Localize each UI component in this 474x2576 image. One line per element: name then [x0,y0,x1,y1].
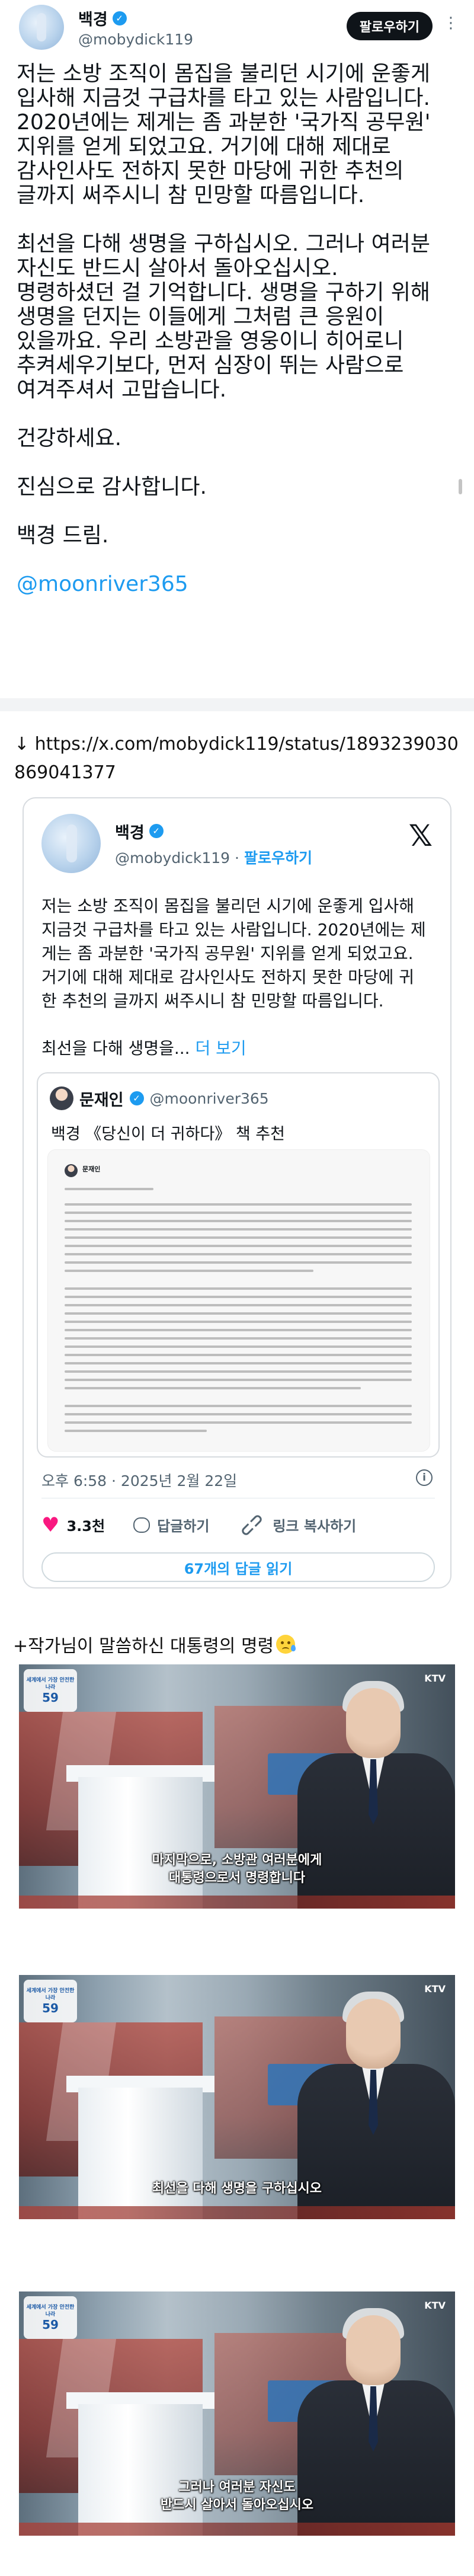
logo-number: 59 [42,2318,59,2332]
text-line: 한 추천의 글까지 써주시니 참 민망할 따름입니다. [41,991,384,1011]
scrollbar[interactable] [459,479,462,494]
like-button[interactable]: ♥ 3.3천 [41,1514,105,1535]
text-line: 2020년에는 제게는 좀 과분한 '국가직 공무원' [17,110,431,135]
x-logo-icon[interactable]: 𝕏 [409,821,433,851]
reply-button[interactable]: 답글하기 [133,1514,209,1535]
quote-document-image[interactable]: 문재인 [47,1149,430,1452]
read-replies-button[interactable]: 67개의 답글 읽기 [41,1552,435,1582]
copy-link-label: 링크 복사하기 [273,1518,357,1535]
logo-text: 세계에서 가장 안전한 나라 [26,1988,75,2001]
logo-text: 세계에서 가장 안전한 나라 [26,2305,75,2318]
link-icon: ⊂⊃ [235,1508,269,1542]
logo-number: 59 [42,1690,59,1705]
subtitle: 그러나 여러분 자신도 반드시 살아서 돌아오십시오 [19,2479,455,2514]
reply-icon [133,1517,150,1533]
like-count: 3.3천 [66,1518,105,1535]
timestamp[interactable]: 오후 6:58 · 2025년 2월 22일 [41,1469,237,1491]
truncated-text: 최선을 다해 생명을... [41,1038,190,1058]
caption: +작가님이 말씀하신 대통령의 명령 [13,1631,296,1657]
info-icon[interactable]: i [416,1469,433,1486]
text-line: 저는 소방 조직이 몸집을 불리던 시기에 운좋게 입사해 [41,896,415,916]
text-line: 최선을 다해 생명을 구하십시오. 그러나 여러분 [17,232,430,256]
text-line: 게는 좀 과분한 '국가직 공무원' 지위를 얻게 되었고요. [41,944,414,963]
text-line: 백경 드림. [17,523,109,548]
channel-logo: KTV [424,2300,446,2311]
event-logo: 세계에서 가장 안전한 나라 59 [24,1980,77,2022]
quoted-tweet[interactable]: 문재인 ✓ @moonriver365 백경 《당신이 더 귀하다》 책 추천 … [37,1072,440,1458]
logo-text: 세계에서 가장 안전한 나라 [26,1677,75,1690]
action-bar: ♥ 3.3천 답글하기 ⊂⊃ 링크 복사하기 [41,1508,435,1542]
reply-label: 답글하기 [157,1518,210,1535]
text-line: 진심으로 감사합니다. [17,475,207,499]
subtitle-line: 그러나 여러분 자신도 [178,2480,296,2495]
text-line: 저는 소방 조직이 몸집을 불리던 시기에 운좋게 [17,62,430,86]
text-line: 생명을 던지는 이들에게 그처럼 큰 응원이 [17,305,385,329]
subtitle-line: 대통령으로서 명령합니다 [168,1871,306,1885]
text-line: 글까지 써주시니 참 민망할 따름입니다. [17,183,365,207]
document-author: 문재인 [82,1165,101,1173]
show-more-link[interactable]: 더 보기 [196,1038,246,1058]
heart-icon: ♥ [41,1513,60,1537]
author-handle[interactable]: @mobydick119 [115,849,230,867]
embed-text: 저는 소방 조직이 몸집을 불리던 시기에 운좋게 입사해 지금것 구급차를 타… [41,894,438,1060]
mention-link[interactable]: @moonriver365 [17,572,460,596]
copy-link-button[interactable]: ⊂⊃ 링크 복사하기 [235,1508,357,1542]
text-line: 건강하세요. [17,426,122,450]
tearful-face-emoji-icon [276,1635,296,1654]
avatar[interactable] [19,5,64,50]
divider [0,698,474,711]
subtitle: 최선을 다해 생명을 구하십시오 [19,2180,455,2198]
video-frame-3[interactable]: 세계에서 가장 안전한 나라 59 KTV 그러나 여러분 자신도 반드시 살아… [19,2291,455,2536]
subtitle-line: 최선을 다해 생명을 구하십시오 [152,2181,322,2196]
event-logo: 세계에서 가장 안전한 나라 59 [24,2296,77,2339]
video-frame-1[interactable]: 세계에서 가장 안전한 나라 59 KTV 마지막으로, 소방관 여러분에게 대… [19,1664,455,1909]
author-handle[interactable]: @mobydick119 [78,31,193,48]
tweet-screenshot: 백경 ✓ @mobydick119 팔로우하기 ⋮ 저는 소방 조직이 몸집을 … [0,0,474,711]
subtitle-line: 마지막으로, 소방관 여러분에게 [152,1853,322,1868]
text-line: 입사해 지금것 구급차를 타고 있는 사람입니다. [17,86,430,110]
follow-button[interactable]: 팔로우하기 [346,12,433,40]
author-name[interactable]: 백경 [115,820,145,843]
text-line: 자신도 반드시 살아서 돌아오십시오. [17,256,338,280]
subtitle-line: 반드시 살아서 돌아오십시오 [160,2498,314,2513]
text-line: 여겨주셔서 고맙습니다. [17,378,227,402]
text-line: 명령하셨던 걸 기억합니다. 생명을 구하기 위해 [17,280,430,305]
text-line: 추켜세우기보다, 먼저 심장이 뛰는 사람으로 [17,353,404,378]
follow-link[interactable]: 팔로우하기 [244,849,312,867]
event-logo: 세계에서 가장 안전한 나라 59 [24,1669,77,1712]
tweet-body: 저는 소방 조직이 몸집을 불리던 시기에 운좋게 입사해 지금것 구급차를 타… [17,62,460,596]
tweet-header: 백경 ✓ @mobydick119 팔로우하기 ⋮ [19,0,459,55]
video-frame-2[interactable]: 세계에서 가장 안전한 나라 59 KTV 최선을 다해 생명을 구하십시오 [19,1975,455,2219]
logo-number: 59 [42,2001,59,2015]
caption-text: +작가님이 말씀하신 대통령의 명령 [13,1636,274,1657]
avatar [50,1086,73,1110]
quote-author-handle: @moonriver365 [149,1089,269,1107]
quote-text: 백경 《당신이 더 귀하다》 책 추천 [51,1125,285,1143]
channel-logo: KTV [424,1983,446,1995]
avatar[interactable] [41,814,101,873]
avatar [65,1164,78,1177]
embed-header: 백경 ✓ @mobydick119 · 팔로우하기 [41,814,312,873]
quote-author-name: 문재인 [79,1091,124,1110]
verified-badge-icon: ✓ [129,1091,144,1105]
channel-logo: KTV [424,1673,446,1684]
separator: · [235,849,239,867]
text-line: 거기에 대해 제대로 감사인사도 전하지 못한 마당에 귀 [41,967,415,987]
more-options-icon[interactable]: ⋮ [443,14,459,32]
text-line: 지위를 얻게 되었고요. 거기에 대해 제대로 [17,135,391,159]
text-line: 지금것 구급차를 타고 있는 사람입니다. 2020년에는 제 [41,920,426,939]
author-name[interactable]: 백경 [78,7,108,30]
embedded-tweet: 백경 ✓ @mobydick119 · 팔로우하기 𝕏 저는 소방 조직이 몸집… [23,797,451,1589]
subtitle: 마지막으로, 소방관 여러분에게 대통령으로서 명령합니다 [19,1852,455,1887]
text-line: 감사인사도 전하지 못한 마당에 귀한 추천의 [17,159,404,183]
verified-badge-icon: ✓ [149,824,164,838]
verified-badge-icon: ✓ [112,11,127,25]
text-line: 있을까요. 우리 소방관을 영웅이니 히어로니 [17,329,404,353]
status-link[interactable]: ↓ https://x.com/mobydick119/status/18932… [14,730,465,787]
